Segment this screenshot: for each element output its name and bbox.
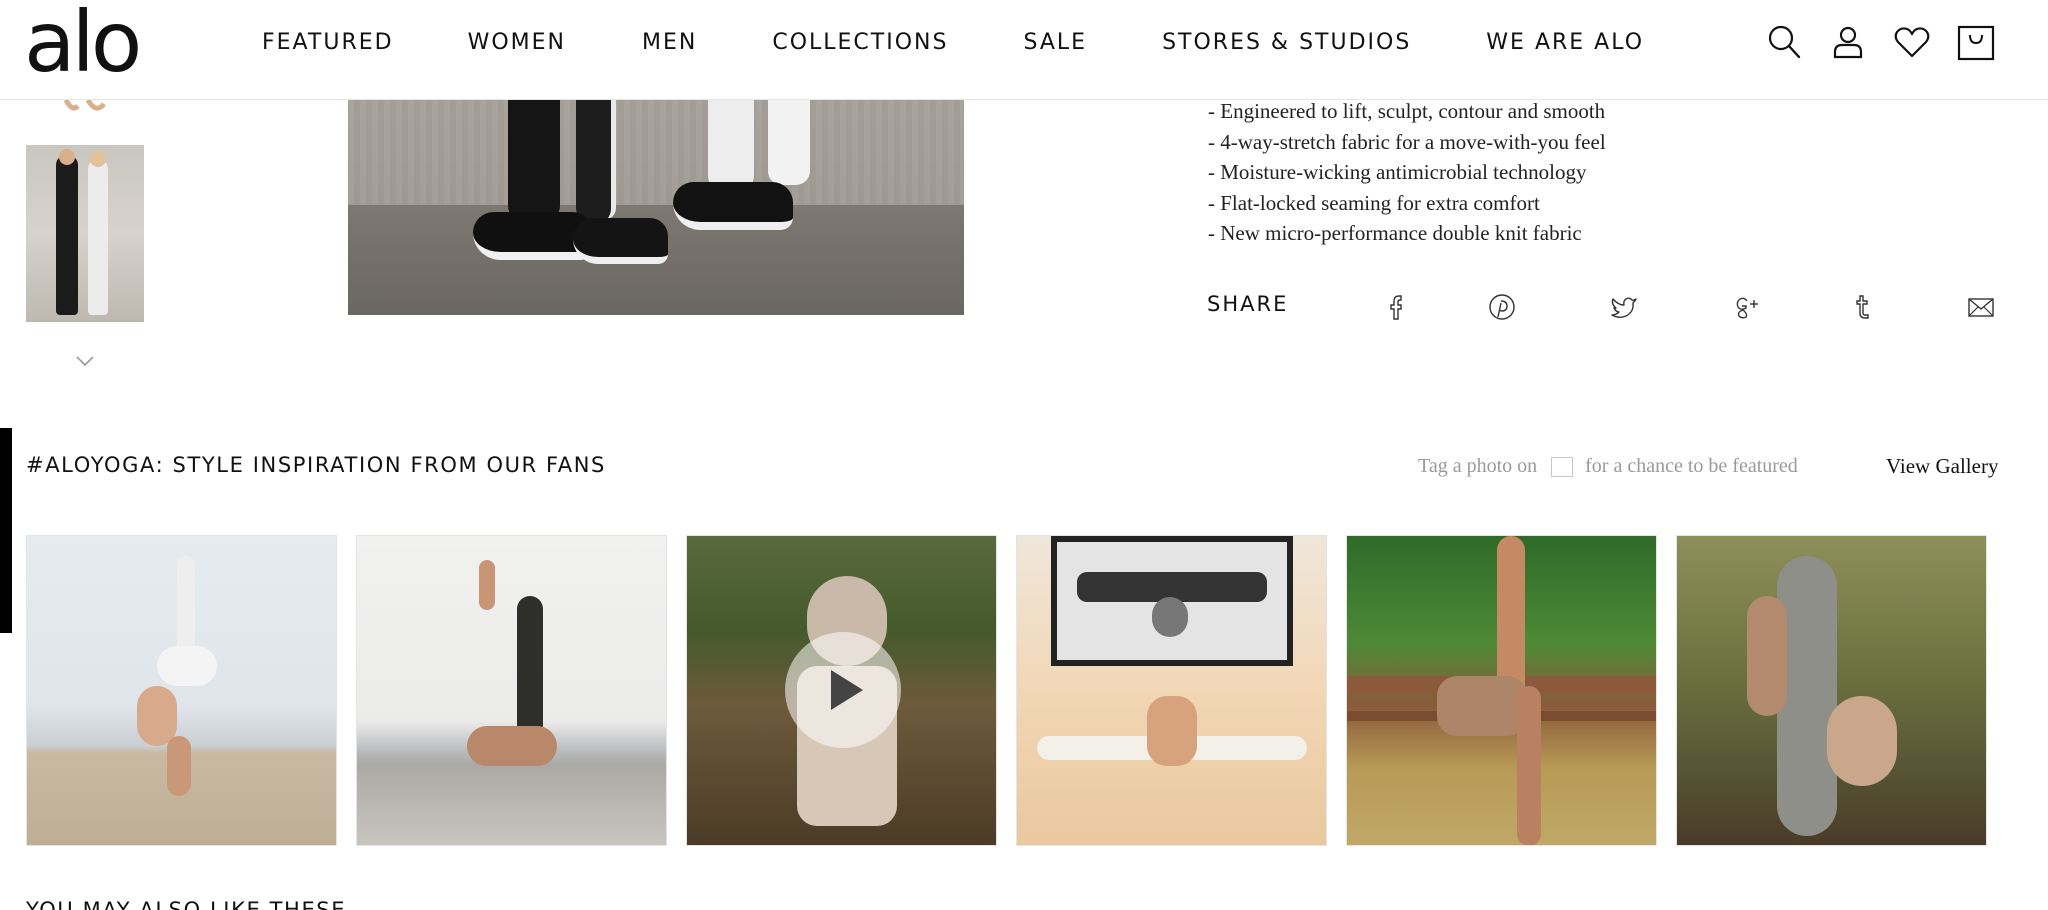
nav-stores-studios[interactable]: STORES & STUDIOS — [1162, 30, 1411, 55]
pinterest-icon[interactable] — [1485, 290, 1519, 324]
fan-photo[interactable] — [26, 535, 337, 846]
feature-item: - Moisture-wicking antimicrobial technol… — [1208, 160, 1587, 184]
main-nav: FEATURED WOMEN MEN COLLECTIONS SALE STOR… — [262, 30, 1719, 55]
tag-photo-prompt: Tag a photo on for a chance to be featur… — [1418, 455, 1798, 478]
share-label: SHARE — [1207, 292, 1289, 316]
feedback-tab[interactable] — [0, 428, 12, 633]
play-video-icon[interactable] — [785, 632, 901, 748]
twitter-icon[interactable] — [1607, 290, 1641, 324]
nav-sale[interactable]: SALE — [1023, 30, 1087, 55]
fan-photo[interactable] — [1346, 535, 1657, 846]
alo-logo[interactable]: alo — [24, 0, 142, 84]
account-icon[interactable] — [1826, 20, 1870, 64]
fan-photo[interactable] — [356, 535, 667, 846]
fan-photo[interactable] — [1676, 535, 1987, 846]
fan-video-photo[interactable] — [686, 535, 997, 846]
header-actions — [1762, 20, 2018, 64]
fan-photo[interactable] — [1016, 535, 1327, 846]
feature-item: - Engineered to lift, sculpt, contour an… — [1208, 99, 1606, 123]
tag-prefix: Tag a photo on — [1418, 455, 1538, 477]
tag-suffix: for a chance to be featured — [1585, 455, 1798, 477]
chevron-down-icon[interactable] — [74, 350, 96, 372]
product-main-image[interactable] — [348, 100, 964, 315]
site-header: alo FEATURED WOMEN MEN COLLECTIONS SALE … — [0, 0, 2048, 100]
email-icon[interactable] — [1964, 290, 1998, 324]
feature-item: - New micro-performance double knit fabr… — [1208, 221, 1582, 245]
google-plus-icon[interactable] — [1731, 290, 1765, 324]
share-row: SHARE — [1207, 290, 2007, 326]
view-gallery-link[interactable]: View Gallery — [1886, 454, 1998, 479]
feature-item: - 4-way-stretch fabric for a move-with-y… — [1208, 129, 1606, 154]
feature-item: - Flat-locked seaming for extra comfort — [1208, 190, 1540, 215]
nav-collections[interactable]: COLLECTIONS — [772, 30, 948, 55]
inspiration-title: #ALOYOGA: STYLE INSPIRATION FROM OUR FAN… — [26, 453, 606, 477]
wishlist-heart-icon[interactable] — [1890, 20, 1934, 64]
tumblr-icon[interactable] — [1845, 290, 1879, 324]
facebook-icon[interactable] — [1379, 290, 1413, 324]
nav-men[interactable]: MEN — [642, 30, 697, 55]
also-like-title: YOU MAY ALSO LIKE THESE — [26, 898, 347, 910]
instagram-icon[interactable] — [1551, 456, 1574, 477]
thumbnail-partial[interactable] — [26, 100, 144, 120]
nav-featured[interactable]: FEATURED — [262, 30, 394, 55]
nav-women[interactable]: WOMEN — [468, 30, 566, 55]
nav-we-are-alo[interactable]: WE ARE ALO — [1486, 30, 1644, 55]
search-icon[interactable] — [1762, 20, 1806, 64]
product-features-list: - Engineered to lift, sculpt, contour an… — [1208, 96, 1606, 249]
product-thumbnail[interactable] — [26, 145, 144, 322]
fan-gallery — [26, 535, 1987, 846]
cart-bag-icon[interactable] — [1954, 20, 1998, 64]
